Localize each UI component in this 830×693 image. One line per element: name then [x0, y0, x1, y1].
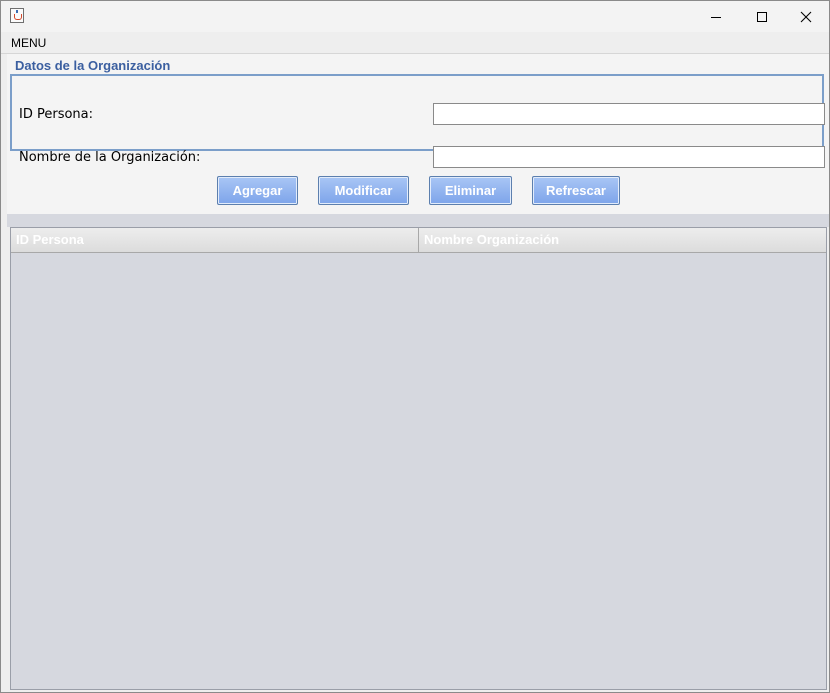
refrescar-button[interactable]: Refrescar [532, 176, 620, 205]
form-legend: Datos de la Organización [15, 58, 171, 73]
nombre-organizacion-label: Nombre de la Organización: [19, 150, 201, 165]
nombre-organizacion-input[interactable] [433, 146, 825, 168]
maximize-icon [757, 11, 767, 22]
table-body[interactable] [11, 253, 826, 689]
id-persona-input[interactable] [433, 103, 825, 125]
section-separator [7, 214, 829, 227]
modificar-button[interactable]: Modificar [318, 176, 409, 205]
organizations-table[interactable]: ID Persona Nombre Organización [10, 227, 827, 690]
organization-fieldset: ID Persona: Nombre de la Organización: [10, 74, 825, 168]
menu-bar: MENU [1, 32, 829, 54]
column-header-id-persona[interactable]: ID Persona [11, 228, 419, 252]
agregar-button[interactable]: Agregar [217, 176, 298, 205]
table-header: ID Persona Nombre Organización [11, 228, 826, 253]
eliminar-button[interactable]: Eliminar [429, 176, 512, 205]
close-icon [800, 11, 812, 22]
form-panel: Datos de la Organización ID Persona: Nom… [7, 54, 829, 214]
menu-item-menu[interactable]: MENU [11, 36, 46, 50]
minimize-button[interactable] [693, 1, 739, 32]
java-app-icon [10, 8, 24, 23]
title-bar[interactable] [1, 1, 829, 32]
close-button[interactable] [783, 1, 829, 32]
maximize-button[interactable] [739, 1, 785, 32]
column-header-nombre-organizacion[interactable]: Nombre Organización [419, 228, 826, 252]
minimize-icon [711, 16, 721, 18]
app-window: MENU Datos de la Organización ID Persona… [0, 0, 830, 693]
id-persona-label: ID Persona: [19, 107, 94, 122]
